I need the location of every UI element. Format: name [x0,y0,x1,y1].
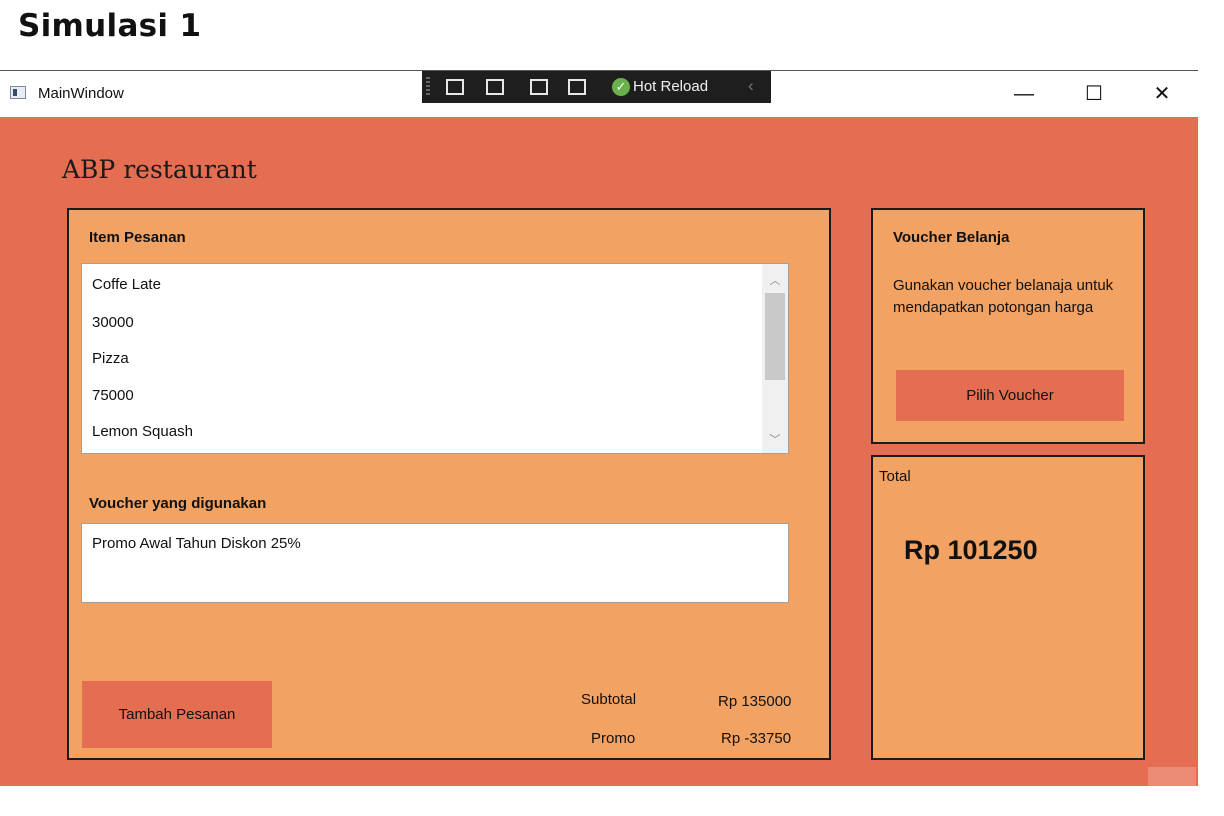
total-label: Total [879,468,911,485]
corner-watermark [1148,767,1196,786]
maximize-button[interactable]: ☐ [1074,78,1114,110]
minimize-button[interactable]: — [1004,78,1044,110]
list-item[interactable]: Lemon Squash [92,423,193,440]
voucher-panel: Voucher Belanja Gunakan voucher belanaja… [871,208,1145,444]
scroll-up-icon[interactable]: ︿ [762,272,788,288]
app-window-icon [10,86,26,99]
display-layout-adorners-icon[interactable] [530,79,548,95]
window-client-area: ABP restaurant Item Pesanan Coffe Late 3… [0,117,1198,786]
subtotal-value: Rp 135000 [718,693,792,710]
scroll-thumb[interactable] [765,293,785,380]
list-item[interactable]: Pizza [92,350,129,367]
track-focused-element-icon[interactable] [568,79,586,95]
voucher-used-label: Voucher yang digunakan [89,495,267,512]
live-visual-tree-icon[interactable] [446,79,464,95]
voucher-used-field[interactable]: Promo Awal Tahun Diskon 25% [81,523,789,603]
select-element-icon[interactable] [486,79,504,95]
close-button[interactable]: ✕ [1142,78,1182,110]
subtotal-label: Subtotal [581,691,637,708]
voucher-panel-title: Voucher Belanja [893,229,1010,246]
slide-title: Simulasi 1 [18,8,202,44]
hot-reload-status-icon: ✓ [612,78,630,96]
toolbar-grip-icon[interactable] [426,77,430,97]
order-panel: Item Pesanan Coffe Late 30000 Pizza 7500… [67,208,831,760]
collapse-toolbar-icon[interactable]: ‹ [748,76,754,96]
window-titlebar[interactable]: MainWindow ✓ Hot Reload ‹ — ☐ ✕ [0,71,1198,117]
list-item[interactable]: Coffe Late [92,276,161,293]
voucher-description: Gunakan voucher belanaja untuk mendapatk… [893,277,1114,316]
restaurant-heading: ABP restaurant [62,155,257,184]
promo-value: Rp -33750 [721,730,792,747]
items-label: Item Pesanan [89,229,186,246]
add-order-button[interactable]: Tambah Pesanan [82,681,272,748]
choose-voucher-button[interactable]: Pilih Voucher [896,370,1124,421]
listbox-scrollbar[interactable]: ︿ ﹀ [762,264,788,453]
total-value: Rp 101250 [904,535,1038,565]
list-item[interactable]: 30000 [92,314,134,331]
order-items-listbox[interactable]: Coffe Late 30000 Pizza 75000 Lemon Squas… [81,263,789,454]
hot-reload-label[interactable]: Hot Reload [633,78,708,95]
promo-label: Promo [591,730,636,747]
xaml-runtime-toolbar: ✓ Hot Reload ‹ [422,71,771,103]
scroll-down-icon[interactable]: ﹀ [762,431,788,447]
voucher-used-value: Promo Awal Tahun Diskon 25% [92,535,301,552]
total-panel: Total Rp 101250 [871,455,1145,760]
window-title: MainWindow [38,85,124,102]
list-item[interactable]: 75000 [92,387,134,404]
